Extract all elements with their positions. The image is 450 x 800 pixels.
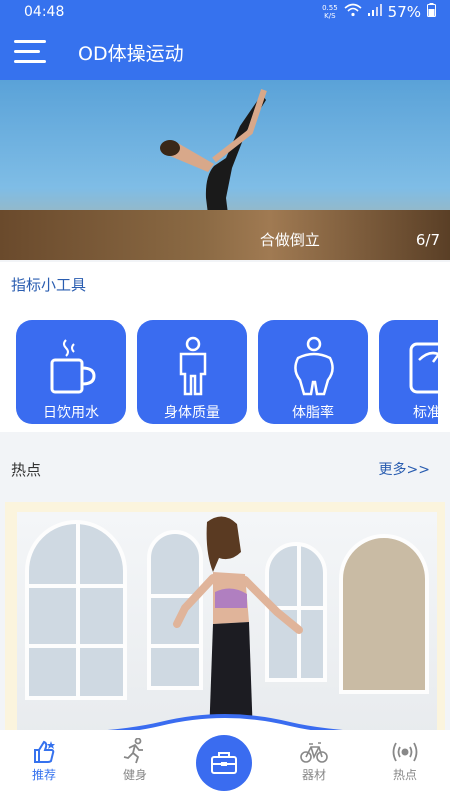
wifi-icon: [344, 3, 362, 21]
banner-page-indicator: 6/7: [415, 231, 440, 249]
nav-tab-equipment-label: 器材: [301, 768, 326, 782]
banner-caption: 合做倒立 6/7: [260, 229, 440, 250]
banner-caption-text: 合做倒立: [259, 231, 320, 249]
tool-body-mass[interactable]: 身体质量: [137, 320, 247, 424]
status-bar: 04:48 0.55 K/S 57%: [0, 0, 450, 26]
network-speed-unit: K/S: [324, 12, 336, 20]
tool-body-fat[interactable]: 体脂率: [258, 320, 368, 424]
tool-water[interactable]: 日饮用水: [16, 320, 126, 424]
tools-row[interactable]: 日饮用水 身体质量 体脂率 标准体: [0, 320, 438, 426]
nav-tab-recommend-label: 推荐: [31, 768, 56, 782]
body-fat-icon: [294, 336, 334, 396]
hamburger-icon[interactable]: [14, 40, 46, 64]
network-speed: 0.55 K/S: [322, 4, 338, 20]
tools-section-title: 指标小工具: [11, 276, 87, 294]
hot-card[interactable]: [5, 502, 445, 742]
battery-icon: [427, 3, 436, 21]
signal-icon: [367, 4, 382, 20]
tools-card: 指标小工具 日饮用水 身体质量 体脂率 标准: [0, 262, 450, 432]
nav-tab-hot-label: 热点: [392, 768, 417, 782]
nav-tab-fitness[interactable]: 健身: [100, 738, 170, 783]
header: OD体操运动: [0, 26, 450, 80]
broadcast-icon: [370, 738, 440, 764]
nav-tab-fitness-label: 健身: [122, 768, 147, 782]
tool-body-fat-label: 体脂率: [292, 405, 334, 421]
tool-standard-weight[interactable]: 标准体: [379, 320, 438, 424]
banner-carousel[interactable]: 合做倒立 6/7: [0, 80, 450, 260]
nav-tab-recommend[interactable]: 推荐: [9, 738, 79, 783]
app-title: OD体操运动: [78, 43, 184, 65]
battery-percent: 57%: [387, 3, 421, 21]
scale-icon: [409, 342, 438, 394]
nav-tab-hot[interactable]: 热点: [370, 738, 440, 783]
running-icon: [100, 738, 170, 764]
woman-figure: [173, 516, 303, 737]
toolbox-icon: [211, 752, 237, 774]
thumbs-up-icon: [9, 738, 79, 764]
tool-body-mass-label: 身体质量: [164, 405, 220, 421]
tool-water-label: 日饮用水: [43, 405, 99, 421]
hot-more-link[interactable]: 更多>>: [379, 459, 430, 479]
hot-section-title: 热点: [11, 461, 42, 479]
hot-card-image: [17, 512, 437, 737]
nav-center-button[interactable]: [196, 735, 252, 791]
status-time: 04:48: [24, 4, 65, 20]
nav-tab-equipment[interactable]: 器材: [279, 738, 349, 783]
network-speed-value: 0.55: [322, 4, 338, 12]
bike-icon: [279, 738, 349, 764]
person-body-icon: [179, 336, 207, 396]
water-cup-icon: [50, 339, 96, 394]
tool-standard-weight-label: 标准体: [413, 405, 438, 421]
